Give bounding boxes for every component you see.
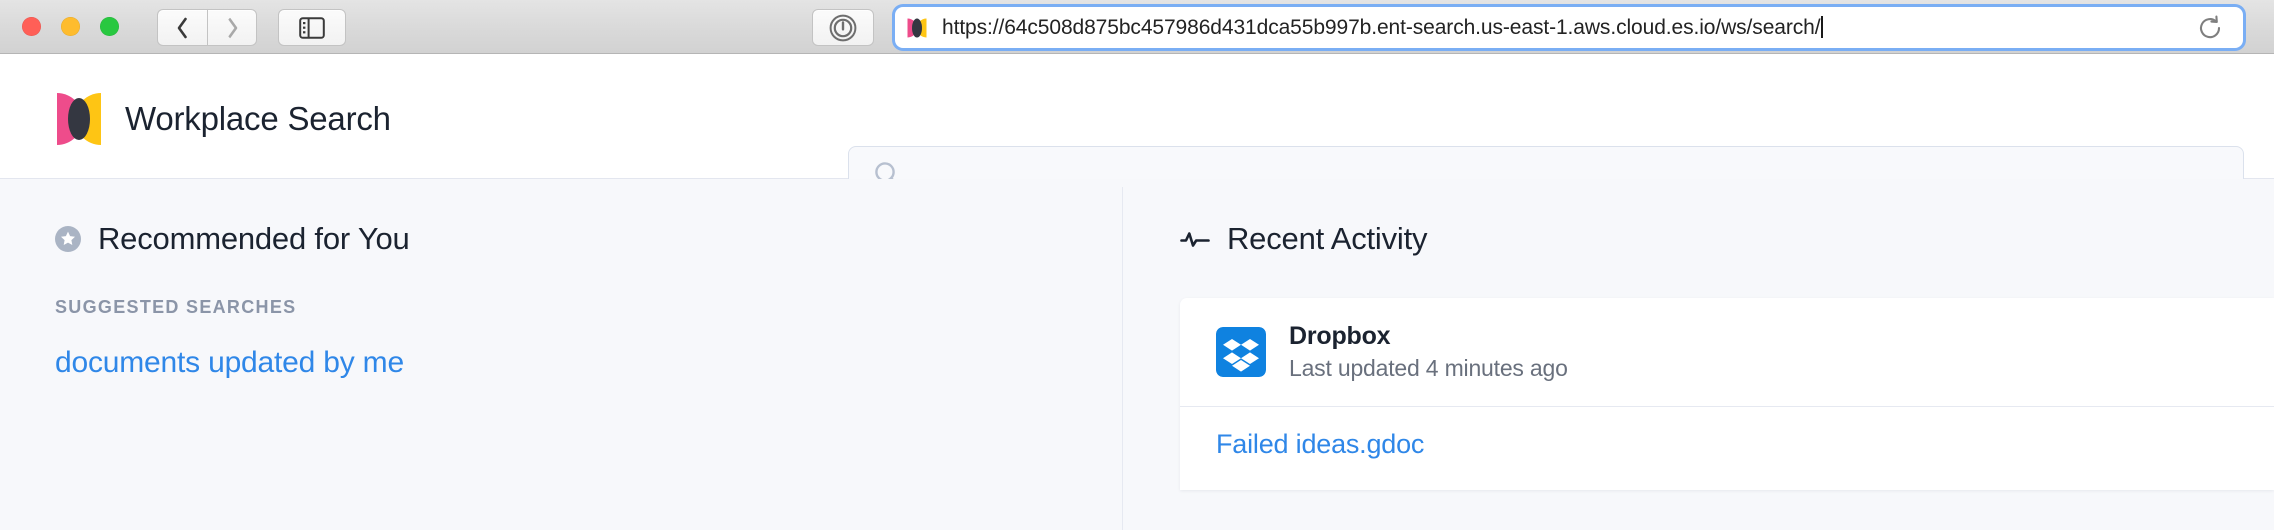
text-cursor: [1821, 15, 1823, 38]
app-header: Workplace Search: [0, 54, 2274, 203]
reload-icon[interactable]: [2197, 15, 2223, 41]
recommended-title: Recommended for You: [98, 221, 410, 256]
chevron-right-icon: [227, 17, 237, 38]
activity-document-link[interactable]: Failed ideas.gdoc: [1216, 429, 1424, 459]
column-divider: [1122, 187, 1123, 530]
address-bar[interactable]: https://64c508d875bc457986d431dca55b997b…: [895, 7, 2243, 48]
activity-meta: Dropbox Last updated 4 minutes ago: [1289, 322, 1568, 382]
main-content: Recommended for You SUGGESTED SEARCHES d…: [0, 179, 2274, 530]
privacy-report-button[interactable]: [812, 9, 874, 46]
sidebar-toggle-icon: [299, 16, 325, 39]
list-item[interactable]: Dropbox Last updated 4 minutes ago: [1180, 298, 2274, 407]
minimize-window-button[interactable]: [61, 17, 80, 36]
suggested-searches-label: SUGGESTED SEARCHES: [55, 297, 297, 317]
recent-activity-card: Dropbox Last updated 4 minutes ago Faile…: [1180, 298, 2274, 490]
sidebar-toggle-button[interactable]: [278, 9, 346, 46]
close-window-button[interactable]: [22, 17, 41, 36]
pulse-icon: [1180, 232, 1210, 247]
zoom-window-button[interactable]: [100, 17, 119, 36]
chevron-left-icon: [177, 17, 187, 38]
recommended-column: Recommended for You SUGGESTED SEARCHES d…: [55, 179, 1075, 380]
window-controls: [22, 17, 119, 36]
elastic-favicon: [907, 18, 927, 37]
activity-document-row: Failed ideas.gdoc: [1180, 407, 2274, 490]
address-bar-url: https://64c508d875bc457986d431dca55b997b…: [942, 15, 2197, 40]
activity-timestamp: Last updated 4 minutes ago: [1289, 355, 1568, 381]
back-button[interactable]: [157, 9, 207, 46]
page-title: Workplace Search: [125, 100, 391, 137]
elastic-workplace-search-logo: [57, 93, 101, 145]
activity-source-name: Dropbox: [1289, 322, 1391, 350]
dropbox-icon: [1216, 327, 1266, 377]
star-circle-icon: [55, 226, 81, 252]
url-text: https://64c508d875bc457986d431dca55b997b…: [942, 15, 1821, 39]
recommended-heading: Recommended for You: [55, 221, 1075, 257]
privacy-report-icon: [829, 14, 857, 41]
recent-activity-column: Recent Activity Dropbox Last updated 4 m…: [1180, 179, 2274, 490]
forward-button[interactable]: [207, 9, 257, 46]
recent-activity-title: Recent Activity: [1227, 221, 1428, 256]
suggested-search-link[interactable]: documents updated by me: [55, 346, 1075, 380]
browser-toolbar: https://64c508d875bc457986d431dca55b997b…: [0, 0, 2274, 54]
brand[interactable]: Workplace Search: [55, 91, 391, 147]
recent-activity-heading: Recent Activity: [1180, 221, 2274, 257]
